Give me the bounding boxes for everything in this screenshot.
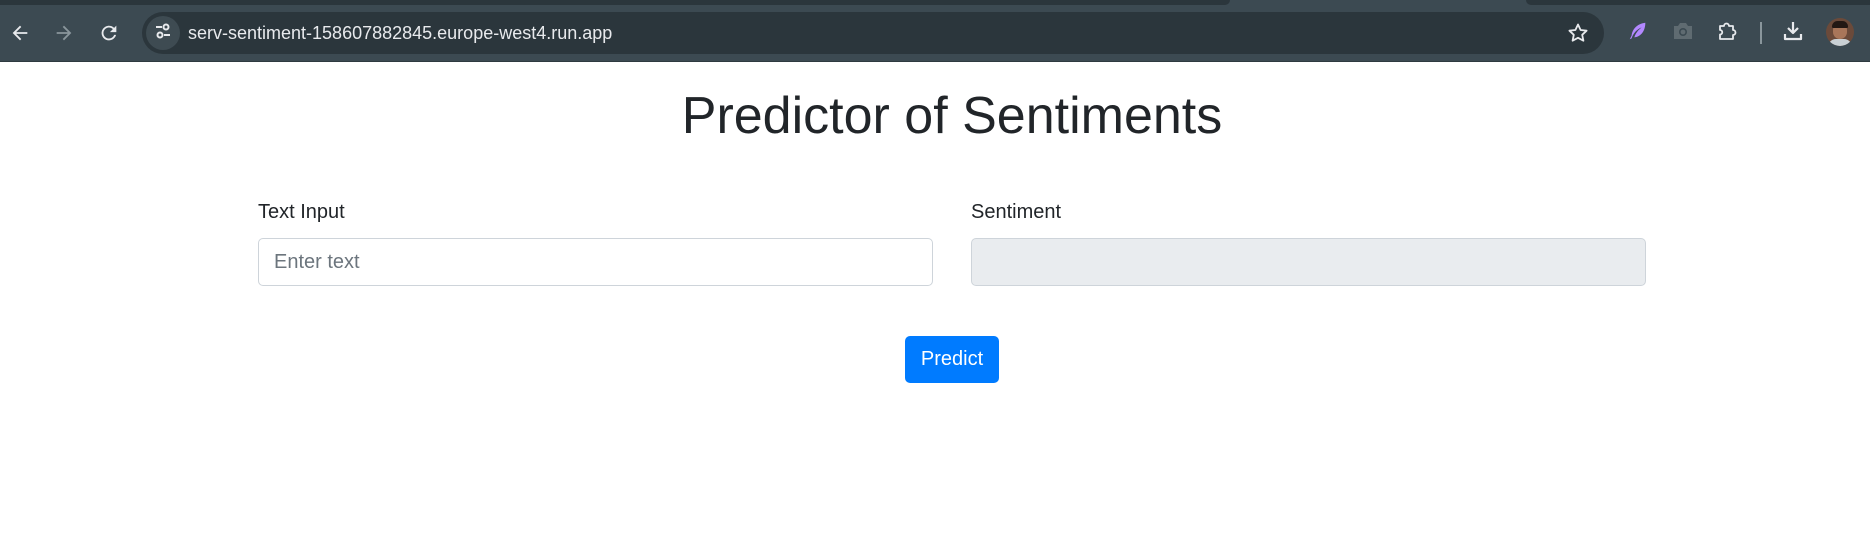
feather-extension-button[interactable]: [1625, 20, 1651, 46]
downloads-button[interactable]: [1780, 20, 1806, 46]
tune-icon: [153, 21, 173, 46]
browser-toolbar: serv-sentiment-158607882845.europe-west4…: [0, 0, 1870, 62]
avatar-hair: [1832, 21, 1848, 28]
text-input-label: Text Input: [258, 201, 345, 223]
forward-button[interactable]: [48, 17, 80, 49]
sentiment-label: Sentiment: [971, 201, 1062, 223]
url-text[interactable]: serv-sentiment-158607882845.europe-west4…: [188, 12, 612, 54]
back-button[interactable]: [4, 17, 36, 49]
puzzle-icon: [1716, 19, 1740, 48]
page-title: Predictor of Sentiments: [681, 87, 1223, 145]
site-info-button[interactable]: [146, 16, 180, 50]
predict-button[interactable]: Predict: [905, 336, 999, 383]
avatar[interactable]: [1826, 18, 1854, 46]
avatar-shirt: [1828, 39, 1852, 46]
toolbar-divider: [1760, 22, 1762, 44]
sentiment-output-field: [971, 238, 1646, 286]
camera-extension-button[interactable]: [1670, 20, 1696, 46]
tab-strip-edge: [1526, 0, 1870, 5]
download-icon: [1781, 19, 1805, 48]
feather-icon: [1627, 20, 1649, 47]
extensions-button[interactable]: [1715, 20, 1741, 46]
tab-strip-edge: [0, 0, 1230, 5]
reload-icon: [98, 22, 120, 44]
star-icon[interactable]: [1566, 21, 1590, 50]
camera-icon: [1671, 20, 1695, 47]
arrow-left-icon: [9, 22, 31, 44]
reload-button[interactable]: [93, 17, 125, 49]
arrow-right-icon: [53, 22, 75, 44]
address-bar[interactable]: serv-sentiment-158607882845.europe-west4…: [142, 12, 1604, 54]
text-input-field[interactable]: [258, 238, 933, 286]
